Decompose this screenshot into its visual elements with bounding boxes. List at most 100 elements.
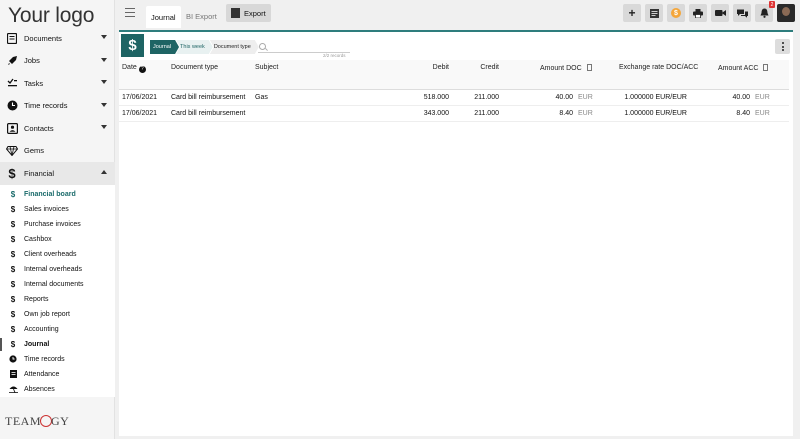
export-file-icon: [231, 8, 240, 18]
chat-button[interactable]: [733, 4, 751, 22]
table-row[interactable]: 17/06/2021 Card bill reimbursement Gas 5…: [119, 90, 789, 106]
video-camera-icon: [714, 10, 726, 16]
sidebar: Your logo Documents Jobs Tasks Time reco…: [0, 0, 115, 439]
column-header-document-type[interactable]: Document type: [171, 64, 218, 71]
submenu-item-journal[interactable]: $ Journal: [0, 337, 115, 352]
submenu-item-financial-board[interactable]: $ Financial board: [0, 187, 115, 202]
search-input[interactable]: [270, 43, 345, 50]
cell-debit: 343.000: [423, 110, 449, 117]
clock-icon: [6, 100, 18, 112]
submenu-item-label: Absences: [24, 385, 55, 393]
notes-button[interactable]: [645, 4, 663, 22]
user-avatar[interactable]: [777, 4, 795, 22]
cell-exchange-rate: 1.000000 EUR/EUR: [624, 110, 687, 117]
sidebar-item-label: Time records: [24, 101, 68, 111]
document-icon: [6, 32, 18, 44]
submenu-item-label: Accounting: [24, 325, 59, 333]
notifications-button[interactable]: 2: [755, 1, 775, 22]
column-header-subject[interactable]: Subject: [255, 64, 278, 71]
cell-amount-doc: 8.40: [559, 110, 573, 117]
submenu-item-accounting[interactable]: $ Accounting: [0, 322, 115, 337]
column-header-exchange-rate[interactable]: Exchange rate DOC/ACC: [619, 64, 698, 71]
submenu-item-internal-overheads[interactable]: $ Internal overheads: [0, 262, 115, 277]
search-box: [258, 41, 350, 53]
submenu-item-purchase-invoices[interactable]: $ Purchase invoices: [0, 217, 115, 232]
tab-journal[interactable]: Journal: [146, 6, 181, 28]
submenu-item-label: Reports: [24, 295, 49, 303]
breadcrumb-this-week[interactable]: This week: [176, 40, 213, 54]
more-options-button[interactable]: [775, 39, 790, 54]
submenu-item-label: Journal: [24, 340, 50, 348]
table-row[interactable]: 17/06/2021 Card bill reimbursement 343.0…: [119, 106, 789, 122]
column-header-amount-doc[interactable]: Amount DOC: [540, 64, 592, 72]
table-header: Date? Document type Subject Debit Credit…: [119, 60, 789, 90]
dollar-icon: $: [8, 165, 16, 181]
sidebar-item-gems[interactable]: Gems: [0, 140, 115, 163]
top-bar: Journal BI Export Export + $ 2: [115, 0, 800, 30]
submenu-item-attendance[interactable]: Attendance: [0, 367, 115, 382]
submenu-item-label: Financial board: [24, 190, 76, 198]
sidebar-item-label: Financial: [24, 168, 55, 178]
document-icon: [763, 64, 769, 71]
add-button[interactable]: +: [623, 4, 641, 22]
cell-currency-doc: EUR: [578, 110, 593, 117]
submenu-item-client-overheads[interactable]: $ Client overheads: [0, 247, 115, 262]
sidebar-item-contacts[interactable]: Contacts: [0, 117, 115, 140]
coin-icon: $: [671, 8, 681, 18]
submenu-item-internal-documents[interactable]: $ Internal documents: [0, 277, 115, 292]
cell-debit: 518.000: [423, 94, 449, 101]
help-icon[interactable]: ?: [138, 66, 146, 73]
submenu-item-own-job-report[interactable]: $ Own job report: [0, 307, 115, 322]
sidebar-item-time-records[interactable]: Time records: [0, 95, 115, 118]
tab-bi-export[interactable]: BI Export: [181, 6, 222, 26]
submenu-item-absences[interactable]: Absences: [0, 382, 115, 397]
column-header-debit[interactable]: Debit: [409, 64, 449, 71]
sidebar-item-tasks[interactable]: Tasks: [0, 72, 115, 95]
document-icon: [586, 64, 592, 71]
app-logo[interactable]: Your logo: [8, 4, 94, 28]
cell-amount-acc: 40.00: [732, 94, 750, 101]
notification-count-badge: 2: [769, 1, 775, 8]
sidebar-item-jobs[interactable]: Jobs: [0, 50, 115, 73]
column-header-credit[interactable]: Credit: [459, 64, 499, 71]
submenu-item-cashbox[interactable]: $ Cashbox: [0, 232, 115, 247]
dollar-icon: $: [10, 294, 16, 304]
coins-button[interactable]: $: [667, 4, 685, 22]
chevron-down-icon: [101, 125, 107, 129]
cell-currency-acc: EUR: [755, 110, 770, 117]
print-button[interactable]: [689, 4, 707, 22]
chevron-down-icon: [101, 57, 107, 62]
column-header-date[interactable]: Date?: [122, 64, 146, 73]
breadcrumb-journal[interactable]: Journal: [150, 40, 179, 54]
video-call-button[interactable]: [711, 4, 729, 22]
kebab-dot: [781, 42, 784, 44]
sidebar-item-label: Gems: [24, 146, 45, 156]
notes-icon: [649, 8, 659, 18]
submenu-item-sales-invoices[interactable]: $ Sales invoices: [0, 202, 115, 217]
dollar-icon: $: [10, 309, 16, 319]
brand-text-start: TEAM: [5, 414, 41, 428]
sidebar-item-label: Documents: [24, 33, 62, 43]
chevron-down-icon: [101, 80, 107, 84]
plus-icon: +: [628, 6, 636, 20]
sidebar-nav: Documents Jobs Tasks Time records Contac…: [0, 27, 115, 397]
export-button[interactable]: Export: [226, 4, 271, 22]
sidebar-item-financial[interactable]: $ Financial: [0, 162, 115, 185]
tasks-icon: [6, 77, 18, 89]
submenu-item-time-records[interactable]: Time records: [0, 352, 115, 367]
submenu-item-reports[interactable]: $ Reports: [0, 292, 115, 307]
gem-icon: [6, 145, 18, 157]
contacts-icon: [6, 122, 18, 134]
breadcrumb-document-type[interactable]: Document type: [210, 40, 259, 54]
submenu-item-label: Client overheads: [24, 250, 77, 258]
cell-amount-doc: 40.00: [555, 94, 573, 101]
dollar-icon: $: [10, 324, 16, 334]
kebab-dot: [781, 49, 784, 51]
column-header-amount-acc[interactable]: Amount ACC: [718, 64, 769, 72]
cell-credit: 211.000: [474, 94, 499, 101]
cell-subject: Gas: [255, 94, 268, 101]
sidebar-item-documents[interactable]: Documents: [0, 27, 115, 50]
menu-toggle-icon[interactable]: [125, 8, 135, 17]
cell-date: 17/06/2021: [122, 110, 158, 117]
financial-submenu: $ Financial board $ Sales invoices $ Purcha…: [0, 184, 115, 397]
